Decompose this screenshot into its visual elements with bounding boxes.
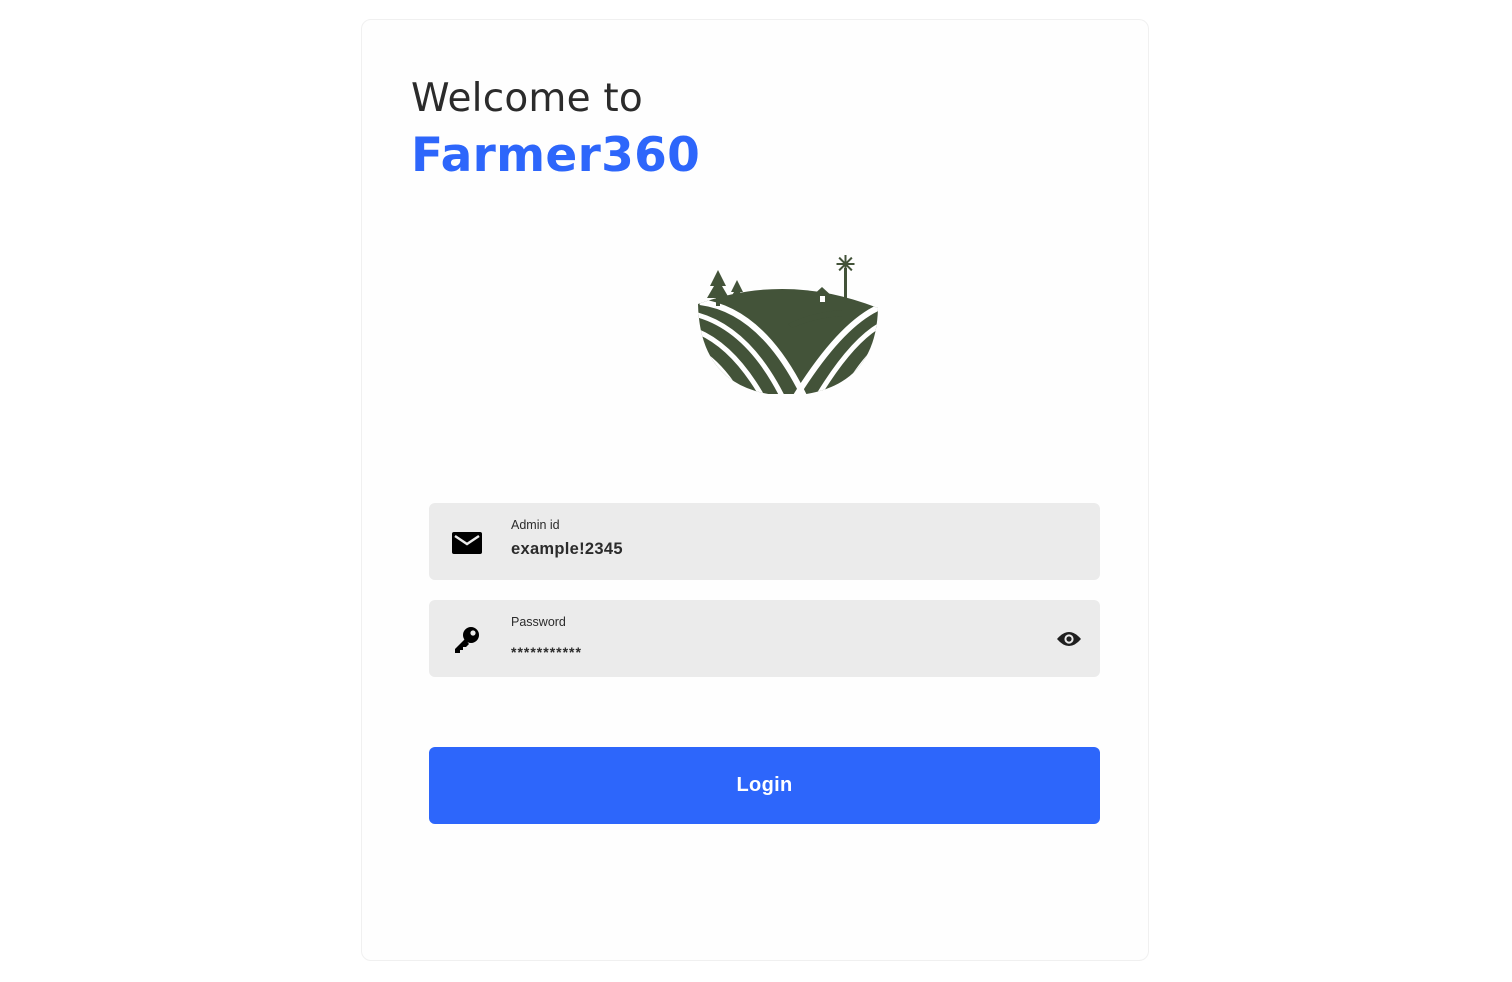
eye-icon[interactable] xyxy=(1056,629,1082,649)
login-button[interactable]: Login xyxy=(429,747,1100,824)
password-field[interactable]: Password *********** xyxy=(429,600,1100,677)
farm-logo-icon xyxy=(692,232,882,396)
login-card: Welcome to Farmer360 Admin id example!23… xyxy=(361,19,1149,961)
password-input[interactable]: *********** xyxy=(511,644,582,660)
admin-id-field[interactable]: Admin id example!2345 xyxy=(429,503,1100,580)
admin-id-label: Admin id xyxy=(511,518,560,532)
welcome-text: Welcome to xyxy=(411,76,643,121)
brand-title: Farmer360 xyxy=(411,128,701,183)
admin-id-input[interactable]: example!2345 xyxy=(511,540,623,559)
key-icon xyxy=(451,624,483,656)
password-label: Password xyxy=(511,615,566,629)
mail-icon xyxy=(451,527,483,559)
